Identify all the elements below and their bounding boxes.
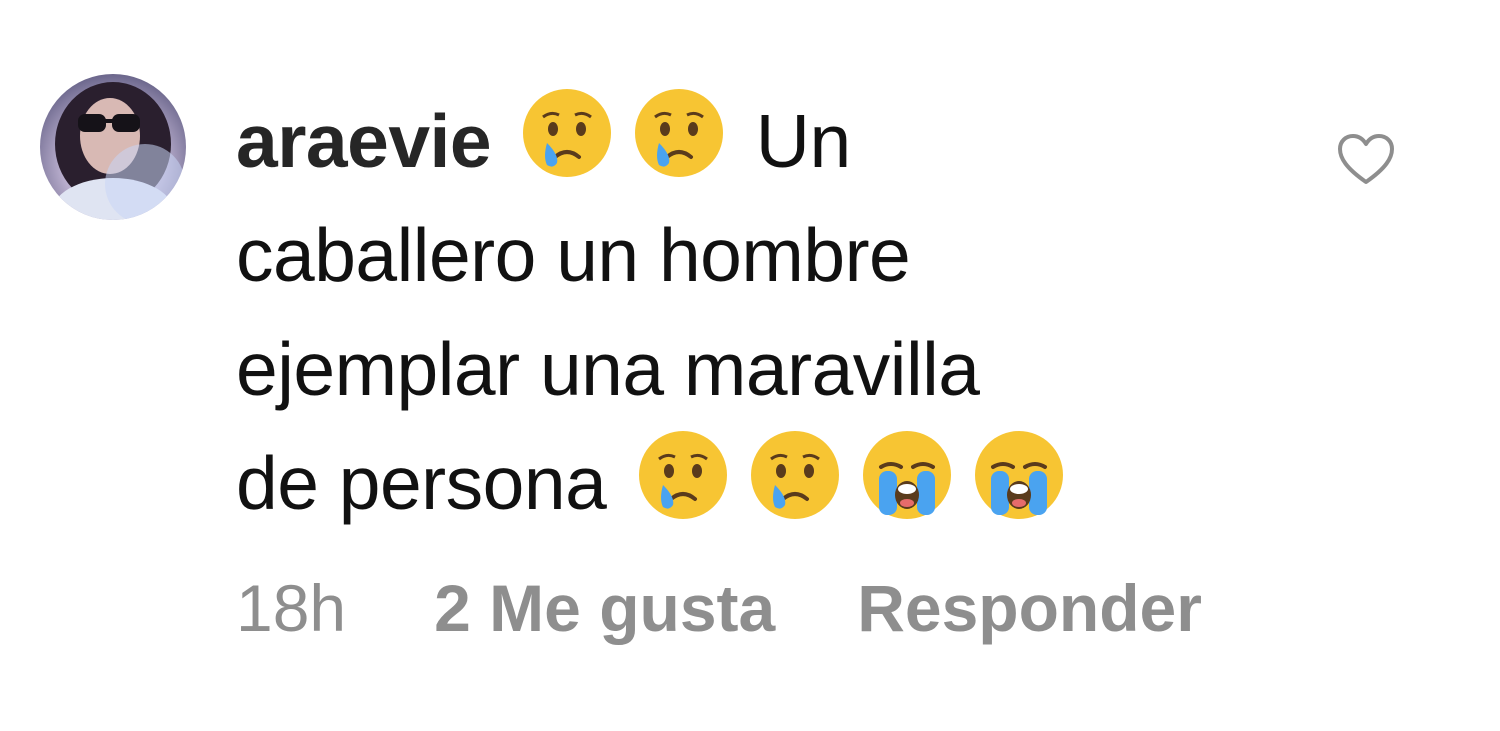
comment-text-line1: Un xyxy=(755,99,851,183)
comment-body: araevie Un caballero un hombre ejemplar … xyxy=(236,84,1256,540)
avatar[interactable] xyxy=(40,74,186,220)
crying-face-emoji xyxy=(631,85,727,181)
loudly-crying-face-emoji xyxy=(971,427,1067,523)
comment-text-line2: caballero un hombre xyxy=(236,213,911,297)
crying-face-emoji xyxy=(519,85,615,181)
heart-outline-icon[interactable] xyxy=(1336,132,1396,186)
comment-text-line4: de persona xyxy=(236,441,607,525)
username-link[interactable]: araevie xyxy=(236,99,492,183)
crying-face-emoji xyxy=(635,427,731,523)
comment-text-line3: ejemplar una maravilla xyxy=(236,327,980,411)
comment-time: 18h xyxy=(236,571,347,645)
crying-face-emoji xyxy=(747,427,843,523)
loudly-crying-face-emoji xyxy=(859,427,955,523)
comment-meta: 18h 2 Me gusta Responder xyxy=(236,570,1284,646)
reply-button[interactable]: Responder xyxy=(857,571,1202,645)
likes-count-button[interactable]: 2 Me gusta xyxy=(434,571,775,645)
